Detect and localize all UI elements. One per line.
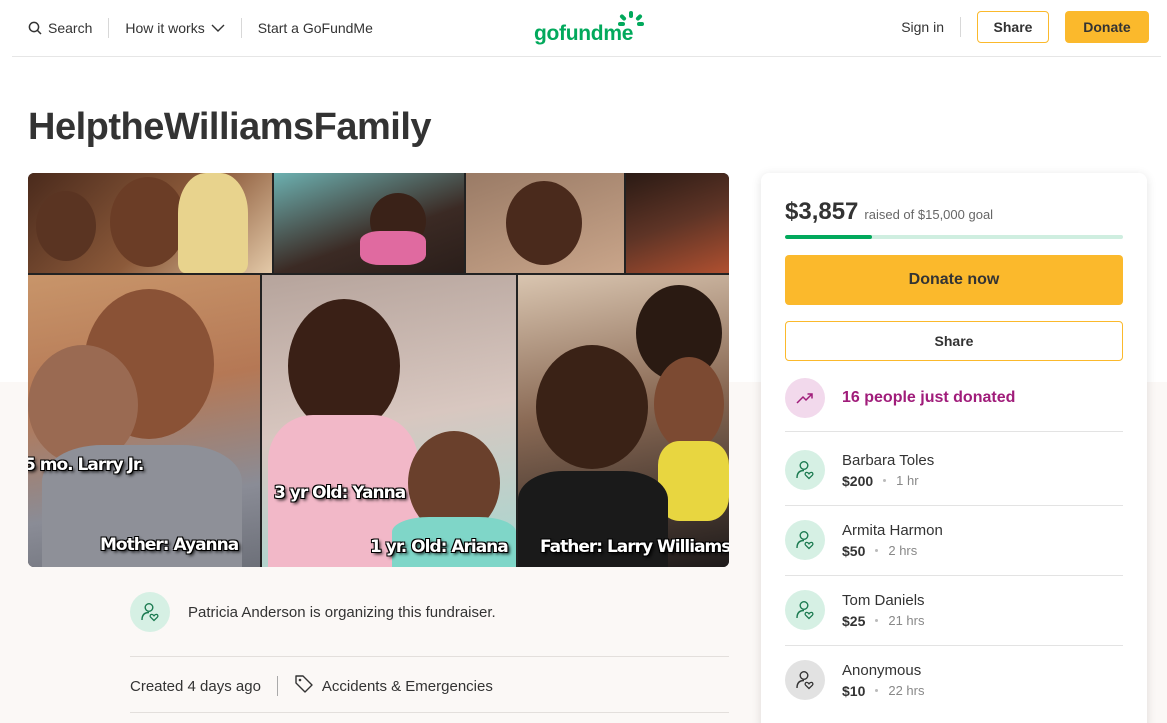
nav-divider bbox=[108, 18, 110, 38]
nav-divider bbox=[240, 18, 242, 38]
caption-ariana: 1 yr. Old: Ariana bbox=[370, 537, 509, 557]
donor-name: Anonymous bbox=[842, 661, 922, 679]
user-heart-icon bbox=[796, 461, 814, 480]
card-divider bbox=[785, 505, 1123, 506]
just-donated-text[interactable]: 16 people just donated bbox=[842, 389, 1015, 407]
start-gofundme-label: Start a GoFundMe bbox=[257, 20, 373, 36]
donor-info: Anonymous $10 22 hrs bbox=[842, 662, 925, 699]
donor-item: Anonymous $10 22 hrs bbox=[785, 660, 925, 700]
donor-avatar bbox=[785, 520, 825, 560]
nav-left: Search How it works Start a GoFundMe bbox=[28, 0, 373, 56]
created-date: Created 4 days ago bbox=[130, 677, 261, 695]
donor-time: 1 hr bbox=[896, 473, 919, 488]
raised-amount: $3,857 bbox=[785, 198, 859, 225]
header-divider bbox=[12, 56, 1161, 57]
organizer-row: Patricia Anderson is organizing this fun… bbox=[130, 592, 496, 632]
goal-text: raised of $15,000 goal bbox=[864, 207, 994, 222]
separator-dot bbox=[875, 689, 879, 692]
photo-panel-top-2 bbox=[274, 173, 464, 273]
user-heart-icon bbox=[796, 601, 814, 620]
donor-meta: $200 1 hr bbox=[842, 473, 934, 489]
progress-fill bbox=[785, 235, 872, 239]
donor-time: 22 hrs bbox=[888, 683, 925, 698]
user-heart-icon bbox=[796, 671, 814, 690]
donor-amount: $200 bbox=[842, 472, 874, 489]
donor-info: Armita Harmon $50 2 hrs bbox=[842, 522, 943, 559]
campaign-meta: Created 4 days ago Accidents & Emergenci… bbox=[130, 674, 493, 698]
category-label: Accidents & Emergencies bbox=[321, 677, 493, 695]
donor-amount: $25 bbox=[842, 612, 866, 629]
organizer-avatar bbox=[130, 592, 170, 632]
chevron-down-icon bbox=[211, 24, 225, 33]
gofundme-logo[interactable]: gofundme bbox=[534, 10, 644, 46]
search-icon bbox=[28, 21, 42, 35]
logo-sprout-icon bbox=[618, 11, 644, 26]
donate-now-button[interactable]: Donate now bbox=[785, 255, 1123, 305]
sign-in-link[interactable]: Sign in bbox=[901, 19, 944, 35]
donor-name: Tom Daniels bbox=[842, 591, 925, 609]
separator-dot bbox=[875, 549, 879, 552]
donor-name: Armita Harmon bbox=[842, 521, 943, 539]
tag-icon bbox=[294, 674, 314, 698]
caption-father: Father: Larry Williams bbox=[540, 537, 729, 557]
donor-item: Tom Daniels $25 21 hrs bbox=[785, 590, 925, 630]
donor-info: Barbara Toles $200 1 hr bbox=[842, 452, 934, 489]
photo-panel-top-4 bbox=[626, 173, 729, 273]
photo-panel-children: 3 yr Old: Yanna 1 yr. Old: Ariana bbox=[262, 275, 516, 567]
campaign-title: HelptheWilliamsFamily bbox=[28, 106, 432, 148]
donor-amount: $50 bbox=[842, 542, 866, 559]
header-donate-button[interactable]: Donate bbox=[1065, 11, 1149, 43]
donor-name: Barbara Toles bbox=[842, 451, 935, 469]
nav-divider bbox=[960, 17, 961, 37]
meta-divider bbox=[276, 676, 278, 696]
donor-info: Tom Daniels $25 21 hrs bbox=[842, 592, 925, 629]
card-share-button[interactable]: Share bbox=[785, 321, 1123, 361]
photo-panel-top-1 bbox=[28, 173, 272, 273]
caption-mother: Mother: Ayanna bbox=[100, 535, 239, 555]
donor-amount: $10 bbox=[842, 682, 866, 699]
photo-panel-father: Father: Larry Williams bbox=[518, 275, 729, 567]
user-heart-icon bbox=[796, 531, 814, 550]
donation-card: $3,857 raised of $15,000 goal Donate now… bbox=[761, 173, 1147, 723]
separator-dot bbox=[883, 479, 887, 482]
photo-panel-top-3 bbox=[466, 173, 624, 273]
search-label: Search bbox=[48, 20, 93, 36]
progress-bar bbox=[785, 235, 1123, 239]
campaign-photo[interactable]: 5 mo. Larry Jr. Mother: Ayanna 3 yr Old:… bbox=[28, 173, 729, 567]
donor-time: 21 hrs bbox=[888, 613, 925, 628]
meta-bottom-divider bbox=[130, 712, 729, 713]
user-heart-icon bbox=[141, 603, 159, 622]
separator-dot bbox=[875, 619, 879, 622]
donor-item: Barbara Toles $200 1 hr bbox=[785, 450, 934, 490]
how-it-works-label: How it works bbox=[125, 20, 205, 36]
top-nav: Search How it works Start a GoFundMe gof… bbox=[0, 0, 1167, 56]
donor-meta: $50 2 hrs bbox=[842, 543, 943, 559]
donor-meta: $10 22 hrs bbox=[842, 683, 925, 699]
search-link[interactable]: Search bbox=[28, 20, 92, 36]
raised-summary: $3,857 raised of $15,000 goal bbox=[785, 198, 993, 226]
how-it-works-menu[interactable]: How it works bbox=[125, 20, 225, 36]
category-link[interactable]: Accidents & Emergencies bbox=[294, 674, 493, 698]
caption-yanna: 3 yr Old: Yanna bbox=[274, 483, 406, 503]
recent-donations-banner: 16 people just donated bbox=[785, 378, 1015, 418]
card-divider bbox=[785, 575, 1123, 576]
card-divider bbox=[785, 431, 1123, 432]
donor-meta: $25 21 hrs bbox=[842, 613, 925, 629]
header-share-button[interactable]: Share bbox=[977, 11, 1049, 43]
donor-avatar bbox=[785, 590, 825, 630]
donor-avatar bbox=[785, 450, 825, 490]
donor-item: Armita Harmon $50 2 hrs bbox=[785, 520, 943, 560]
photo-panel-mother: 5 mo. Larry Jr. Mother: Ayanna bbox=[28, 275, 260, 567]
donor-avatar bbox=[785, 660, 825, 700]
donor-time: 2 hrs bbox=[888, 543, 918, 558]
caption-baby: 5 mo. Larry Jr. bbox=[28, 455, 144, 475]
start-gofundme-link[interactable]: Start a GoFundMe bbox=[258, 20, 373, 36]
organizer-divider bbox=[130, 656, 729, 657]
trending-up-icon bbox=[785, 378, 825, 418]
organizer-text: Patricia Anderson is organizing this fun… bbox=[188, 603, 496, 621]
card-divider bbox=[785, 645, 1123, 646]
nav-right: Sign in Share Donate bbox=[901, 11, 1149, 43]
